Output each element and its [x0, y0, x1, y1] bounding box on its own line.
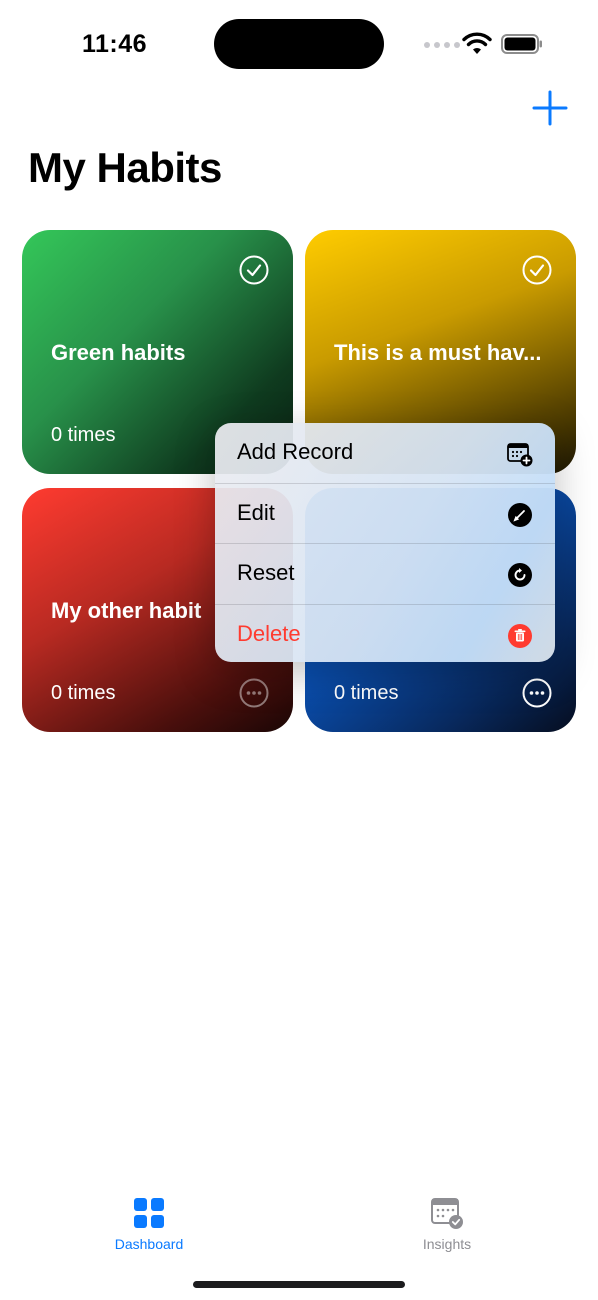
- habit-count: 0 times: [334, 682, 399, 704]
- habit-count: 0 times: [51, 424, 116, 446]
- page-title: My Habits: [28, 144, 222, 191]
- menu-item-edit[interactable]: Edit: [215, 484, 555, 544]
- trash-icon: [508, 623, 532, 648]
- habit-name: Green habits: [51, 340, 186, 365]
- habit-name: My other habit: [51, 598, 202, 623]
- battery-icon: [501, 34, 542, 54]
- checkmark-circle-icon[interactable]: [522, 255, 552, 285]
- menu-item-delete[interactable]: Delete: [215, 605, 555, 663]
- home-indicator[interactable]: [193, 1281, 405, 1288]
- pencil-icon: [508, 502, 532, 527]
- calendar-add-icon: [507, 443, 533, 467]
- checkmark-circle-icon[interactable]: [239, 255, 269, 285]
- habit-count: 0 times: [51, 682, 116, 704]
- dynamic-island: [214, 19, 384, 69]
- ellipsis-circle-icon[interactable]: [522, 678, 552, 708]
- calendar-check-icon: [431, 1198, 463, 1229]
- status-time: 11:46: [82, 30, 148, 58]
- tab-label: Insights: [422, 1236, 472, 1252]
- menu-item-label: Add Record: [237, 439, 354, 464]
- cellular-signal-icon: [424, 42, 460, 48]
- reset-icon: [508, 563, 532, 587]
- menu-item-label: Edit: [237, 499, 275, 525]
- tab-insights[interactable]: Insights: [387, 1196, 507, 1252]
- tab-dashboard[interactable]: Dashboard: [89, 1196, 209, 1252]
- menu-item-label: Delete: [237, 620, 301, 646]
- context-menu: Add Record Edit Reset Delete: [215, 423, 555, 662]
- menu-item-reset[interactable]: Reset: [215, 544, 555, 605]
- menu-item-add-record[interactable]: Add Record: [215, 423, 555, 484]
- wifi-icon: [462, 32, 492, 54]
- tab-label: Dashboard: [114, 1236, 184, 1252]
- ellipsis-circle-icon[interactable]: [239, 678, 269, 708]
- add-habit-button[interactable]: [530, 88, 570, 128]
- menu-item-label: Reset: [237, 560, 295, 585]
- habit-name: This is a must hav...: [334, 340, 542, 365]
- grid-icon: [134, 1198, 164, 1228]
